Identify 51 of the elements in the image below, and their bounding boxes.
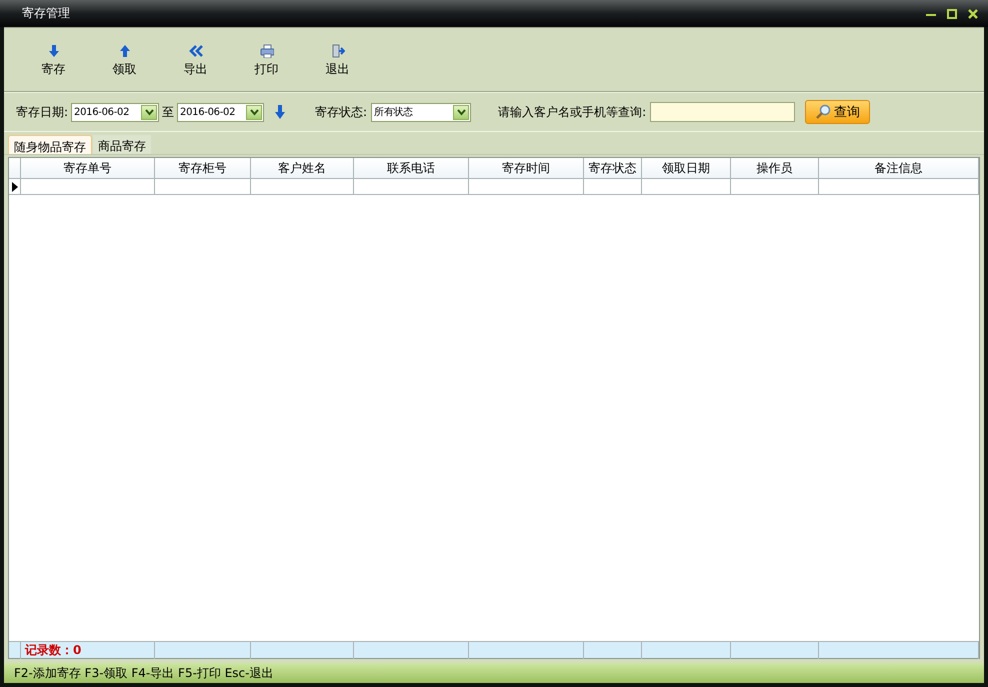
down-arrow-icon: [46, 44, 60, 58]
table-cell[interactable]: [584, 179, 642, 195]
search-icon: [816, 104, 830, 119]
dropdown-caret-icon[interactable]: [250, 108, 259, 116]
column-header[interactable]: 客户姓名: [251, 158, 354, 179]
toolbar-button[interactable]: 导出: [160, 28, 231, 91]
table-cell[interactable]: [819, 179, 979, 195]
table-cell[interactable]: [469, 179, 584, 195]
search-field[interactable]: [650, 102, 796, 122]
row-header[interactable]: [9, 179, 21, 195]
printer-icon: [260, 44, 274, 58]
column-header[interactable]: 寄存时间: [469, 158, 584, 179]
toolbar-button[interactable]: 寄存: [18, 28, 89, 91]
dropdown-caret-icon[interactable]: [456, 108, 466, 116]
exit-door-icon: [330, 44, 344, 58]
window-title: 寄存管理: [22, 5, 71, 22]
date-picker[interactable]: 2016-06-02: [177, 102, 264, 122]
status-label: 寄存状态:: [315, 104, 368, 120]
column-header[interactable]: 寄存状态: [584, 158, 642, 179]
shortcut-hints: F2-添加寄存 F3-领取 F4-导出 F5-打印 Esc-退出: [4, 663, 984, 683]
double-chevron-icon: [188, 44, 202, 58]
up-arrow-icon: [118, 44, 132, 58]
table-cell[interactable]: [21, 179, 155, 195]
column-header[interactable]: 寄存单号: [21, 158, 155, 179]
column-header[interactable]: 联系电话: [354, 158, 469, 179]
toolbar-button[interactable]: 打印: [231, 28, 302, 91]
date-separator: 至: [162, 104, 174, 120]
date-label: 寄存日期:: [16, 104, 68, 120]
column-header[interactable]: 寄存柜号: [155, 158, 251, 179]
table-cell[interactable]: [354, 179, 469, 195]
toolbar-button[interactable]: 领取: [89, 28, 160, 91]
column-header[interactable]: 领取日期: [642, 158, 731, 179]
maximize-icon[interactable]: [947, 8, 957, 18]
close-icon[interactable]: [968, 8, 978, 18]
column-header[interactable]: 备注信息: [819, 158, 979, 179]
tab[interactable]: 随身物品寄存: [8, 135, 92, 154]
table-cell[interactable]: [251, 179, 354, 195]
table-cell[interactable]: [642, 179, 731, 195]
status-dropdown[interactable]: 所有状态: [371, 102, 472, 122]
search-button[interactable]: 查询: [805, 100, 870, 124]
down-arrow-icon[interactable]: [273, 104, 288, 120]
column-header[interactable]: 操作员: [731, 158, 819, 179]
dropdown-caret-icon[interactable]: [144, 108, 154, 116]
table-cell[interactable]: [731, 179, 819, 195]
toolbar-button[interactable]: 退出: [302, 28, 373, 91]
record-count: 记录数：0: [21, 642, 155, 659]
date-picker[interactable]: 2016-06-02: [71, 102, 160, 122]
table-cell[interactable]: [155, 179, 251, 195]
tab[interactable]: 商品寄存: [93, 135, 151, 154]
header-corner: [9, 158, 21, 179]
search-label: 请输入客户名或手机等查询:: [498, 104, 646, 120]
